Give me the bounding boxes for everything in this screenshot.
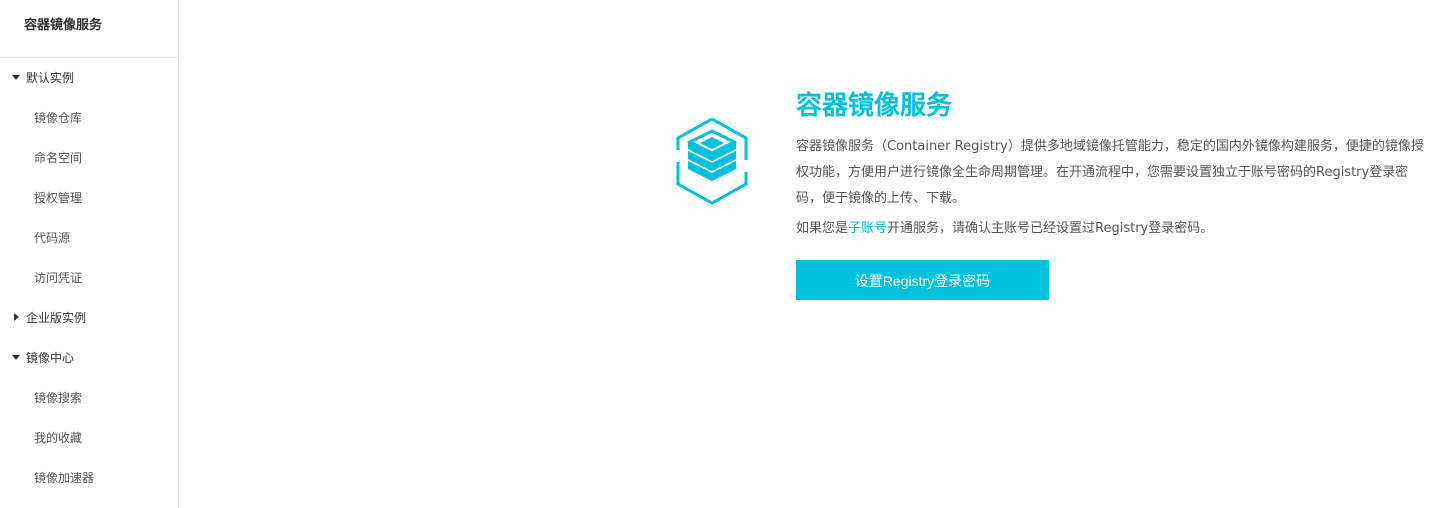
container-registry-logo-icon [676, 117, 748, 205]
note-suffix: 开通服务，请确认主账号已经设置过Registry登录密码。 [887, 221, 1214, 236]
intro-panel: 容器镜像服务 容器镜像服务（Container Registry）提供多地域镜像… [796, 86, 1426, 300]
sidebar-item-code-source[interactable]: 代码源 [0, 218, 178, 258]
nav-group-label: 镜像中心 [26, 351, 75, 365]
nav-group-default-instance[interactable]: 默认实例 [0, 58, 178, 98]
caret-down-icon [12, 338, 22, 378]
sidebar-title: 容器镜像服务 [0, 0, 178, 58]
subaccount-note: 如果您是子账号开通服务，请确认主账号已经设置过Registry登录密码。 [796, 218, 1426, 240]
sidebar: 容器镜像服务 默认实例 镜像仓库 命名空间 授权管理 代码源 访问凭证 企业版实… [0, 0, 179, 508]
sidebar-item-label: 镜像搜索 [34, 391, 83, 405]
sidebar-item-label: 授权管理 [34, 191, 83, 205]
nav-group-label: 企业版实例 [26, 311, 87, 325]
service-description: 容器镜像服务（Container Registry）提供多地域镜像托管能力，稳定… [796, 139, 1424, 206]
subaccount-link[interactable]: 子账号 [848, 221, 887, 236]
nav-group-label: 默认实例 [26, 71, 75, 85]
sidebar-item-label: 镜像加速器 [34, 471, 95, 485]
page: 容器镜像服务 默认实例 镜像仓库 命名空间 授权管理 代码源 访问凭证 企业版实… [0, 0, 1446, 508]
nav-group-image-center[interactable]: 镜像中心 [0, 338, 178, 378]
sidebar-item-image-search[interactable]: 镜像搜索 [0, 378, 178, 418]
nav-group-enterprise-instance[interactable]: 企业版实例 [0, 298, 178, 338]
note-prefix: 如果您是 [796, 221, 849, 236]
page-title: 容器镜像服务 [796, 91, 953, 121]
sidebar-item-favorites[interactable]: 我的收藏 [0, 418, 178, 458]
sidebar-item-authorization[interactable]: 授权管理 [0, 178, 178, 218]
sidebar-item-access-credentials[interactable]: 访问凭证 [0, 258, 178, 298]
set-registry-password-button[interactable]: 设置Registry登录密码 [796, 260, 1049, 300]
sidebar-item-label: 我的收藏 [34, 431, 83, 445]
sidebar-item-label: 代码源 [34, 231, 71, 245]
sidebar-item-repositories[interactable]: 镜像仓库 [0, 98, 178, 138]
main-content: 容器镜像服务 容器镜像服务（Container Registry）提供多地域镜像… [179, 0, 1446, 508]
sidebar-item-label: 访问凭证 [34, 271, 83, 285]
caret-right-icon [12, 298, 22, 338]
sidebar-item-label: 命名空间 [34, 151, 83, 165]
sidebar-item-label: 镜像仓库 [34, 111, 83, 125]
caret-down-icon [12, 58, 22, 98]
sidebar-item-image-accelerator[interactable]: 镜像加速器 [0, 458, 178, 498]
sidebar-item-namespaces[interactable]: 命名空间 [0, 138, 178, 178]
